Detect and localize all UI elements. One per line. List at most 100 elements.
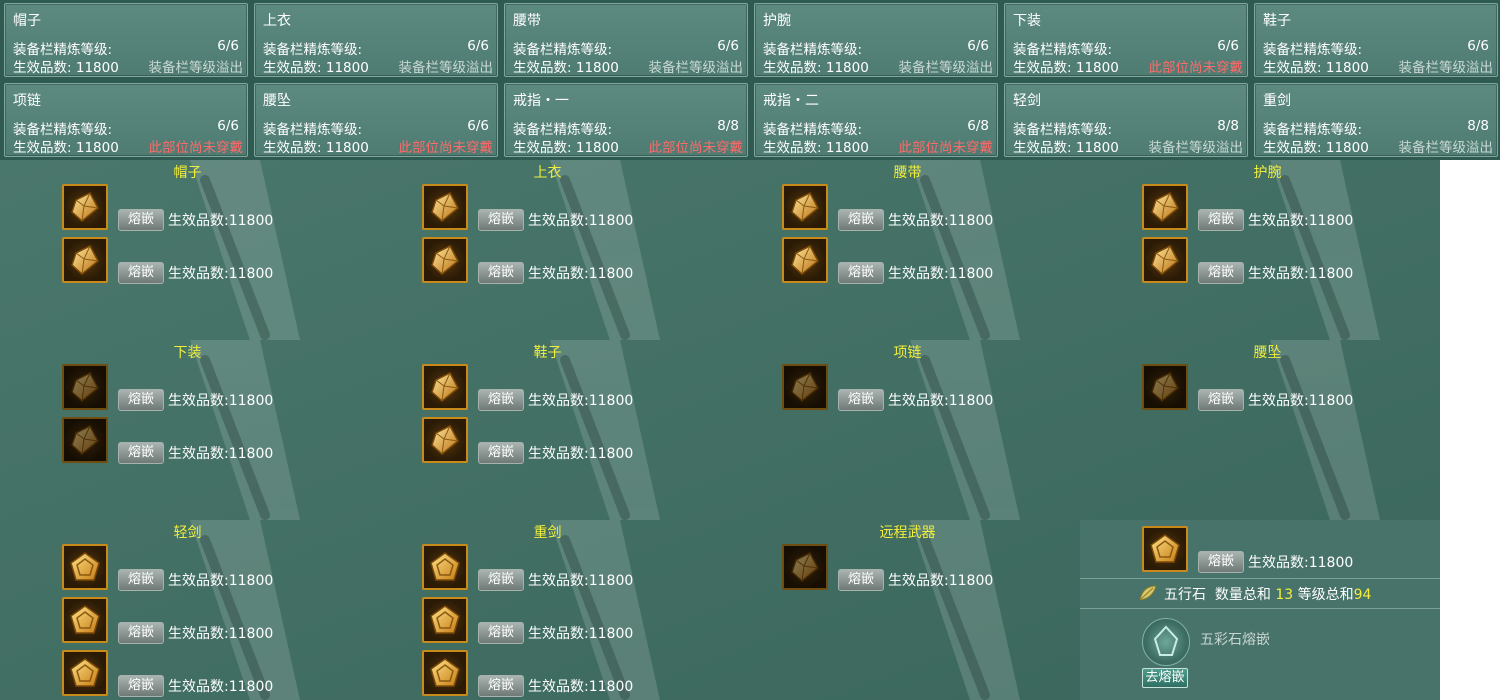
equip-card[interactable]: 护腕 装备栏精炼等级: 6/6 生效品数: 11800 装备栏等级溢出	[754, 3, 998, 77]
pentagon-gem-icon[interactable]	[422, 544, 468, 590]
slot-cell: 重剑 熔嵌 生效品数:11800 熔嵌 生效品数:11800 熔嵌 生效品数:11800	[360, 520, 720, 700]
summary-panel: 熔嵌 生效品数:11800 五行石 数量总和 13 等级总和94 五彩石熔嵌 去熔…	[1080, 520, 1440, 700]
eff-value: 11800	[575, 140, 619, 156]
equip-card[interactable]: 戒指・二 装备栏精炼等级: 6/8 生效品数: 11800 此部位尚未穿戴	[754, 83, 998, 157]
status-text: 装备栏等级溢出	[648, 60, 744, 76]
equip-card[interactable]: 腰坠 装备栏精炼等级: 6/6 生效品数: 11800 此部位尚未穿戴	[254, 83, 498, 157]
inlay-button[interactable]: 熔嵌	[478, 262, 524, 284]
diamond-gem-icon[interactable]	[782, 184, 828, 230]
card-title: 下装	[1013, 13, 1041, 29]
equip-card[interactable]: 项链 装备栏精炼等级: 6/6 生效品数: 11800 此部位尚未穿戴	[4, 83, 248, 157]
effective-grade-line: 生效品数: 11800	[263, 136, 369, 156]
effective-grade-text: 生效品数:11800	[528, 573, 634, 589]
pentagon-gem-icon[interactable]	[62, 544, 108, 590]
diamond-gem-icon[interactable]	[62, 364, 108, 410]
slot-title: 帽子	[173, 165, 202, 181]
diamond-gem-icon[interactable]	[62, 237, 108, 283]
slot-cell: 上衣 熔嵌 生效品数:11800 熔嵌 生效品数:11800	[360, 160, 720, 340]
diamond-gem-icon[interactable]	[422, 237, 468, 283]
refine-level: 6/6	[1217, 38, 1239, 54]
inlay-button[interactable]: 熔嵌	[118, 262, 164, 284]
inlay-button[interactable]: 熔嵌	[478, 675, 524, 697]
effective-grade-line: 生效品数: 11800	[763, 136, 869, 156]
inlay-button[interactable]: 熔嵌	[1198, 389, 1244, 411]
inlay-button[interactable]: 熔嵌	[478, 442, 524, 464]
inlay-button[interactable]: 熔嵌	[478, 389, 524, 411]
effective-grade-text: 生效品数:11800	[528, 446, 634, 462]
inlay-button[interactable]: 熔嵌	[1198, 551, 1244, 573]
diamond-gem-icon[interactable]	[422, 417, 468, 463]
eff-label: 生效品数:	[1263, 140, 1322, 156]
inlay-button[interactable]: 熔嵌	[1198, 209, 1244, 231]
refine-level: 6/6	[967, 38, 989, 54]
inlay-button[interactable]: 熔嵌	[478, 622, 524, 644]
equip-card[interactable]: 上衣 装备栏精炼等级: 6/6 生效品数: 11800 装备栏等级溢出	[254, 3, 498, 77]
pentagon-gem-icon[interactable]	[422, 650, 468, 696]
pentagon-gem-icon[interactable]	[422, 597, 468, 643]
refine-label: 装备栏精炼等级:	[1263, 42, 1363, 58]
inlay-button[interactable]: 熔嵌	[118, 442, 164, 464]
equip-card[interactable]: 下装 装备栏精炼等级: 6/6 生效品数: 11800 此部位尚未穿戴	[1004, 3, 1248, 77]
diamond-gem-icon[interactable]	[62, 184, 108, 230]
summary-label: 五行石	[1164, 587, 1206, 603]
inlay-button[interactable]: 熔嵌	[478, 209, 524, 231]
eff-label: 生效品数:	[263, 60, 322, 76]
eff-value: 11800	[1325, 140, 1369, 156]
inlay-button[interactable]: 熔嵌	[118, 622, 164, 644]
diamond-gem-icon[interactable]	[62, 417, 108, 463]
inlay-button[interactable]: 熔嵌	[838, 389, 884, 411]
inlay-button[interactable]: 熔嵌	[838, 209, 884, 231]
effective-grade-line: 生效品数: 11800	[1263, 136, 1369, 156]
equip-card[interactable]: 重剑 装备栏精炼等级: 8/8 生效品数: 11800 装备栏等级溢出	[1254, 83, 1498, 157]
slot-title: 鞋子	[533, 345, 562, 361]
inlay-button[interactable]: 熔嵌	[838, 262, 884, 284]
inlay-button[interactable]: 熔嵌	[118, 389, 164, 411]
diamond-gem-icon[interactable]	[422, 364, 468, 410]
status-text: 装备栏等级溢出	[898, 60, 994, 76]
refine-level: 8/8	[717, 118, 739, 134]
equip-card[interactable]: 戒指・一 装备栏精炼等级: 8/8 生效品数: 11800 此部位尚未穿戴	[504, 83, 748, 157]
refine-label: 装备栏精炼等级:	[763, 42, 863, 58]
inlay-button[interactable]: 熔嵌	[478, 569, 524, 591]
equip-card[interactable]: 轻剑 装备栏精炼等级: 8/8 生效品数: 11800 装备栏等级溢出	[1004, 83, 1248, 157]
diamond-gem-icon[interactable]	[1142, 364, 1188, 410]
pentagon-gem-icon[interactable]	[62, 597, 108, 643]
diamond-gem-icon[interactable]	[782, 544, 828, 590]
status-text: 此部位尚未穿戴	[148, 140, 244, 156]
refine-label: 装备栏精炼等级:	[1013, 122, 1113, 138]
status-text: 装备栏等级溢出	[148, 60, 244, 76]
equip-card[interactable]: 鞋子 装备栏精炼等级: 6/6 生效品数: 11800 装备栏等级溢出	[1254, 3, 1498, 77]
eff-value: 11800	[325, 60, 369, 76]
effective-grade-text: 生效品数:11800	[528, 626, 634, 642]
go-inlay-button[interactable]: 去熔嵌	[1142, 668, 1188, 688]
pentagon-gem-icon[interactable]	[62, 650, 108, 696]
inlay-button[interactable]: 熔嵌	[118, 569, 164, 591]
diamond-gem-icon[interactable]	[782, 364, 828, 410]
inlay-button[interactable]: 熔嵌	[1198, 262, 1244, 284]
refine-label: 装备栏精炼等级:	[263, 122, 363, 138]
eff-value: 11800	[575, 60, 619, 76]
refine-label: 装备栏精炼等级:	[13, 42, 113, 58]
effective-grade-line: 生效品数: 11800	[513, 136, 619, 156]
refine-level: 6/6	[217, 118, 239, 134]
effective-grade-text: 生效品数:11800	[528, 213, 634, 229]
diamond-gem-icon[interactable]	[1142, 237, 1188, 283]
effective-grade-text: 生效品数:11800	[1248, 213, 1354, 229]
equip-card[interactable]: 帽子 装备栏精炼等级: 6/6 生效品数: 11800 装备栏等级溢出	[4, 3, 248, 77]
diamond-gem-icon[interactable]	[422, 184, 468, 230]
inlay-button[interactable]: 熔嵌	[838, 569, 884, 591]
eff-label: 生效品数:	[513, 140, 572, 156]
slot-title: 下装	[173, 345, 202, 361]
status-text: 装备栏等级溢出	[1148, 140, 1244, 156]
inlay-button[interactable]: 熔嵌	[118, 675, 164, 697]
card-title: 鞋子	[1263, 13, 1291, 29]
divider	[1080, 608, 1440, 609]
diamond-gem-icon[interactable]	[782, 237, 828, 283]
diamond-gem-icon[interactable]	[1142, 184, 1188, 230]
equip-card[interactable]: 腰带 装备栏精炼等级: 6/6 生效品数: 11800 装备栏等级溢出	[504, 3, 748, 77]
pentagon-gem-icon[interactable]	[1142, 526, 1188, 572]
effective-grade-text: 生效品数:11800	[528, 679, 634, 695]
effective-grade-line: 生效品数: 11800	[13, 136, 119, 156]
wucai-stone-icon[interactable]	[1142, 618, 1190, 666]
inlay-button[interactable]: 熔嵌	[118, 209, 164, 231]
